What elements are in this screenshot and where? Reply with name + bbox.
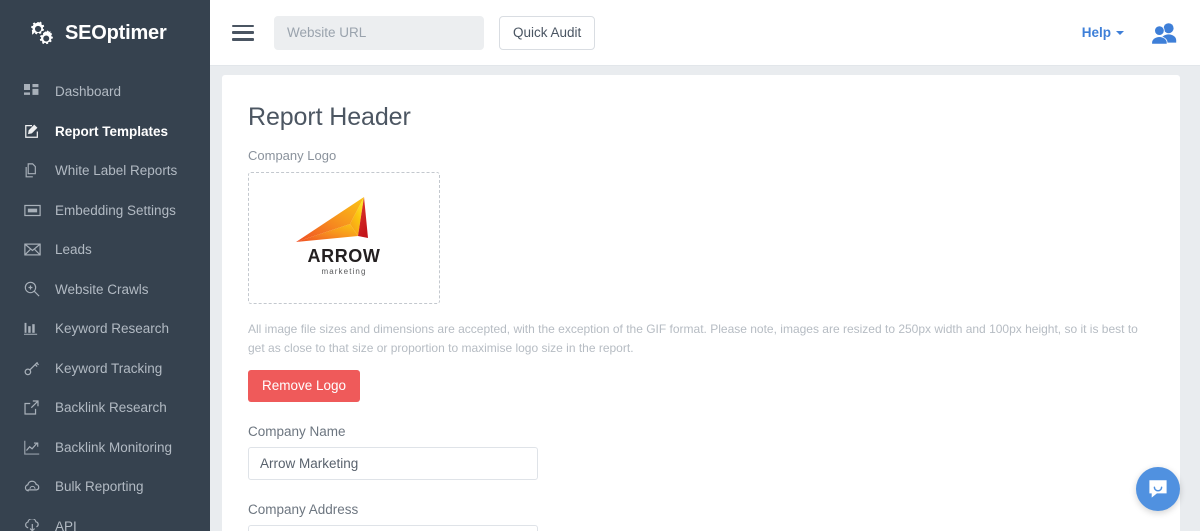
- svg-text:ARROW: ARROW: [308, 246, 381, 266]
- sidebar-item-api[interactable]: API: [0, 507, 210, 531]
- company-address-input[interactable]: [248, 524, 538, 531]
- sidebar: SEOptimer Dashboard Report Templates Whi: [0, 0, 210, 531]
- users-icon[interactable]: [1150, 22, 1178, 44]
- company-name-label: Company Name: [248, 423, 346, 439]
- quick-audit-button[interactable]: Quick Audit: [499, 15, 596, 50]
- sidebar-item-label: Backlink Research: [55, 400, 167, 415]
- sidebar-item-bulk-reporting[interactable]: Bulk Reporting: [0, 467, 210, 507]
- sidebar-nav: Dashboard Report Templates White Label R…: [0, 66, 210, 531]
- arrow-marketing-logo: ARROW marketing: [296, 197, 381, 276]
- help-menu-label: Help: [1081, 25, 1111, 40]
- bar-chart-icon: [24, 319, 46, 339]
- company-logo-label: Company Logo: [248, 148, 337, 163]
- chat-bubble-icon: [1149, 480, 1167, 498]
- sidebar-item-dashboard[interactable]: Dashboard: [0, 72, 210, 112]
- hamburger-bar: [232, 31, 254, 34]
- content-area: Report Header Company Logo ARROW marketi…: [210, 66, 1200, 531]
- svg-text:marketing: marketing: [321, 267, 366, 276]
- edit-square-icon: [24, 121, 46, 141]
- cloud-gauge-icon: [24, 477, 46, 497]
- app-root: SEOptimer Dashboard Report Templates Whi: [0, 0, 1200, 531]
- sidebar-item-keyword-research[interactable]: Keyword Research: [0, 309, 210, 349]
- company-name-input[interactable]: [248, 446, 538, 480]
- hamburger-icon[interactable]: [232, 24, 254, 41]
- sidebar-item-label: White Label Reports: [55, 163, 178, 178]
- remove-logo-button[interactable]: Remove Logo: [248, 370, 361, 402]
- sidebar-item-website-crawls[interactable]: Website Crawls: [0, 270, 210, 310]
- sidebar-item-leads[interactable]: Leads: [0, 230, 210, 270]
- topbar: Quick Audit Help: [210, 0, 1200, 66]
- line-chart-icon: [24, 437, 46, 457]
- sidebar-item-label: Report Templates: [55, 123, 169, 139]
- report-header-card: Report Header Company Logo ARROW marketi…: [222, 75, 1180, 531]
- seoptimer-gear-icon: [31, 21, 53, 45]
- sidebar-item-label: Bulk Reporting: [55, 479, 144, 494]
- topbar-right: Help: [1082, 22, 1200, 44]
- magnifier-plus-icon: [24, 279, 46, 299]
- embed-box-icon: [24, 200, 46, 220]
- chat-launcher-button[interactable]: [1136, 467, 1180, 511]
- sidebar-item-backlink-research[interactable]: Backlink Research: [0, 388, 210, 428]
- company-logo-dropzone[interactable]: ARROW marketing: [248, 172, 440, 304]
- hamburger-bar: [232, 24, 254, 28]
- external-link-icon: [24, 398, 46, 418]
- cloud-download-icon: [24, 516, 46, 531]
- sidebar-item-label: Dashboard: [55, 84, 122, 99]
- copy-pages-icon: [24, 161, 46, 181]
- sidebar-item-backlink-monitoring[interactable]: Backlink Monitoring: [0, 428, 210, 468]
- sidebar-item-label: Backlink Monitoring: [55, 439, 173, 455]
- sidebar-item-keyword-tracking[interactable]: Keyword Tracking: [0, 349, 210, 389]
- key-icon: [24, 358, 46, 378]
- sidebar-item-embedding-settings[interactable]: Embedding Settings: [0, 191, 210, 231]
- sidebar-item-label: Keyword Tracking: [55, 360, 163, 376]
- sidebar-item-report-templates[interactable]: Report Templates: [0, 112, 210, 152]
- company-address-label: Company Address: [248, 501, 359, 517]
- sidebar-item-label: Leads: [55, 242, 92, 257]
- envelope-icon: [24, 240, 46, 260]
- grid-icon: [24, 82, 46, 102]
- help-menu[interactable]: Help: [1082, 25, 1124, 40]
- website-url-input[interactable]: [274, 15, 484, 50]
- sidebar-item-label: API: [55, 518, 77, 531]
- brand-name: SEOptimer: [65, 22, 167, 44]
- chevron-down-icon: [1116, 30, 1124, 35]
- brand-logo[interactable]: SEOptimer: [0, 0, 210, 66]
- page-title: Report Header: [248, 103, 411, 131]
- hamburger-bar: [232, 37, 254, 41]
- sidebar-item-label: Keyword Research: [55, 321, 170, 336]
- logo-help-text: All image file sizes and dimensions are …: [248, 322, 1138, 355]
- sidebar-item-white-label-reports[interactable]: White Label Reports: [0, 151, 210, 191]
- sidebar-item-label: Embedding Settings: [55, 202, 176, 218]
- sidebar-item-label: Website Crawls: [55, 281, 149, 297]
